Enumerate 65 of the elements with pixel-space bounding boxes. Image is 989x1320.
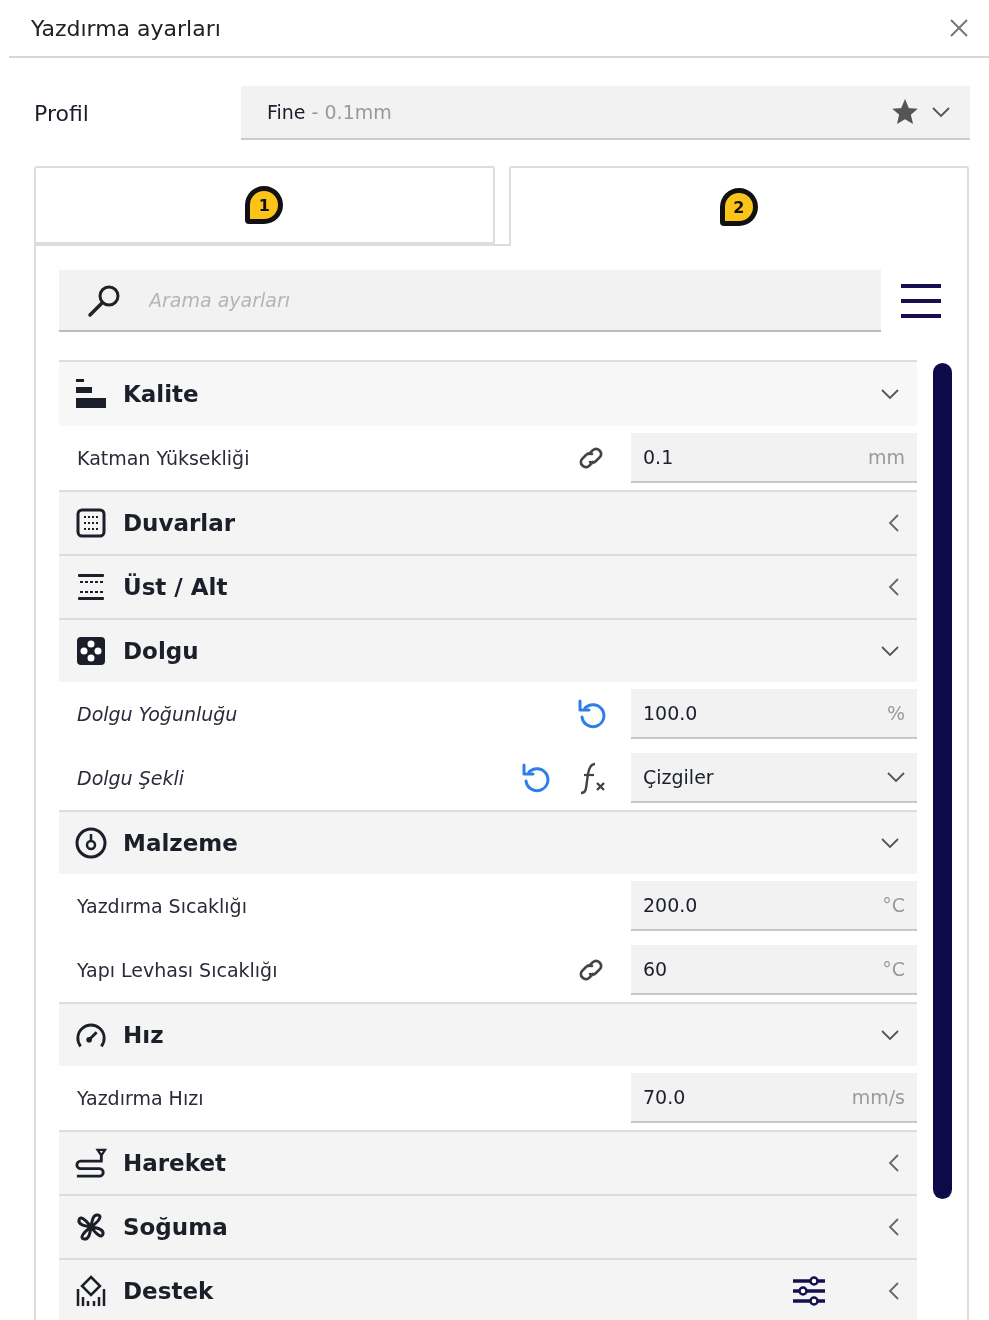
profile-dropdown[interactable]: Fine - 0.1mm (241, 86, 970, 140)
spool-icon (75, 827, 107, 859)
star-icon[interactable] (892, 99, 918, 125)
layers-icon (75, 379, 107, 409)
number-field[interactable]: 60 °C (631, 945, 917, 995)
menu-icon[interactable] (901, 283, 941, 319)
window-title: Yazdırma ayarları (31, 15, 221, 41)
number-field[interactable]: 70.0 mm/s (631, 1073, 917, 1123)
category-header[interactable]: Dolgu (59, 618, 917, 682)
category-label: Hareket (123, 1150, 227, 1176)
setting-label: Yazdırma Hızı (77, 1087, 205, 1109)
category-label: Destek (123, 1278, 215, 1304)
number-field[interactable]: 100.0 % (631, 689, 917, 739)
extruder-tab[interactable]: 1 (34, 166, 495, 244)
chevron-left-icon[interactable] (888, 514, 899, 532)
function-icon[interactable] (579, 761, 607, 795)
profile-label: Profil (34, 100, 90, 126)
category-header[interactable]: Duvarlar (59, 490, 917, 554)
category-label: Malzeme (123, 830, 239, 856)
setting-label: Yapı Levhası Sıcaklığı (77, 959, 279, 981)
infill-icon (76, 636, 106, 666)
category-label: Soğuma (123, 1214, 229, 1240)
walls-icon (76, 508, 106, 538)
category-label: Dolgu (123, 638, 200, 664)
chevron-down-icon[interactable] (881, 388, 899, 400)
scrollbar[interactable] (933, 363, 952, 1199)
category-header[interactable]: Hız (59, 1002, 917, 1066)
chevron-left-icon[interactable] (888, 1154, 899, 1172)
extruder-tab[interactable]: 2 (508, 166, 969, 246)
category-label: Kalite (123, 381, 200, 407)
chevron-down-icon[interactable] (881, 645, 899, 657)
category-label: Üst / Alt (123, 574, 229, 600)
sliders-icon[interactable] (792, 1276, 826, 1306)
reset-icon[interactable] (521, 762, 551, 794)
category-label: Hız (123, 1022, 165, 1048)
category-header[interactable]: Kalite (59, 362, 917, 426)
category-header[interactable]: Malzeme (59, 810, 917, 874)
setting-label: Dolgu Şekli (77, 767, 185, 789)
number-field[interactable]: 0.1 mm (631, 433, 917, 483)
setting-label: Katman Yüksekliği (77, 447, 251, 469)
category-header[interactable]: Hareket (59, 1130, 917, 1194)
category-header[interactable]: Soğuma (59, 1194, 917, 1258)
reset-icon[interactable] (577, 698, 607, 730)
setting-label: Dolgu Yoğunluğu (77, 703, 239, 725)
number-field[interactable]: 200.0 °C (631, 881, 917, 931)
support-icon (75, 1275, 107, 1307)
chevron-left-icon[interactable] (888, 1218, 899, 1236)
fan-icon (76, 1212, 106, 1242)
chevron-down-icon[interactable] (932, 106, 950, 118)
setting-label: Yazdırma Sıcaklığı (77, 895, 248, 917)
top-bottom-icon (76, 572, 106, 602)
chevron-left-icon[interactable] (888, 578, 899, 596)
chevron-down-icon[interactable] (881, 837, 899, 849)
number-badge: 1 (245, 186, 284, 224)
chevron-down-icon[interactable] (887, 771, 905, 783)
travel-path-icon (75, 1147, 107, 1179)
pattern-dropdown[interactable]: Çizgiler (631, 753, 917, 803)
category-label: Duvarlar (123, 510, 237, 536)
chevron-left-icon[interactable] (888, 1282, 899, 1300)
category-header[interactable]: Destek (59, 1258, 917, 1320)
number-badge: 2 (719, 188, 758, 226)
category-header[interactable]: Üst / Alt (59, 554, 917, 618)
chevron-down-icon[interactable] (881, 1029, 899, 1041)
close-icon[interactable] (949, 18, 969, 38)
speedometer-icon (75, 1021, 107, 1049)
